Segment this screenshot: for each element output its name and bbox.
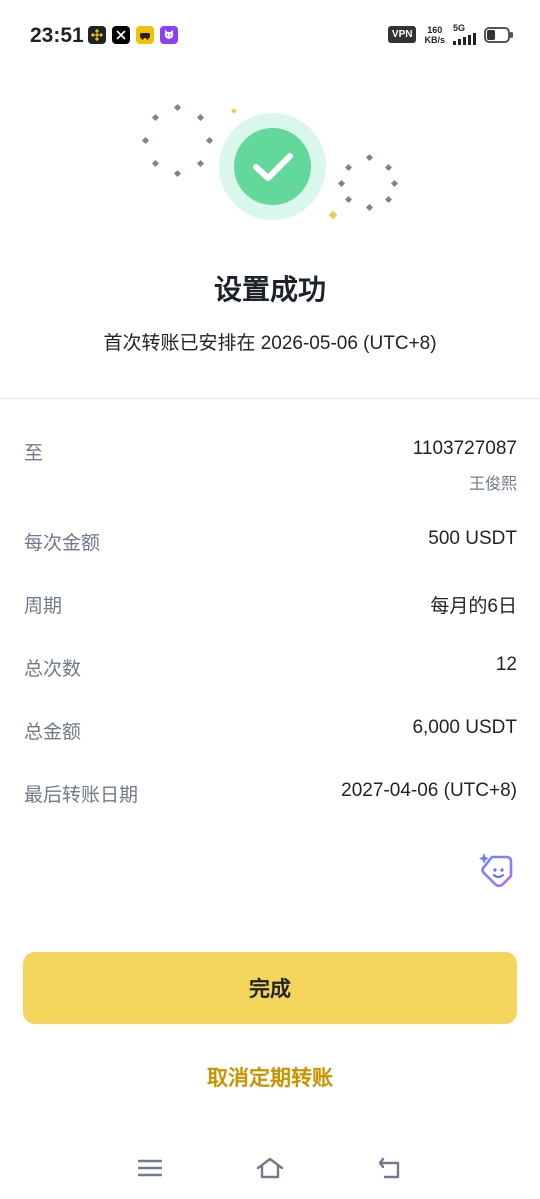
first-transfer-note: 首次转账已安排在 2026-05-06 (UTC+8) bbox=[103, 333, 437, 354]
amount-value: 500 USDT bbox=[428, 528, 517, 549]
detail-row-period: 周期 每月的6日 bbox=[24, 591, 517, 618]
signal-icon bbox=[453, 33, 476, 45]
system-nav-bar bbox=[0, 1140, 540, 1199]
success-illustration bbox=[0, 95, 540, 235]
battery-icon bbox=[484, 26, 513, 43]
detail-row-total: 总金额 6,000 USDT bbox=[24, 717, 517, 744]
binance-icon bbox=[88, 26, 106, 44]
assistant-icon[interactable] bbox=[476, 850, 516, 890]
recipient-name: 王俊熙 bbox=[468, 476, 517, 493]
cat-icon bbox=[160, 26, 178, 44]
count-value: 12 bbox=[495, 654, 517, 675]
recipient-label: 至 bbox=[24, 443, 44, 464]
page-title: 设置成功 bbox=[213, 274, 326, 305]
divider bbox=[0, 398, 540, 399]
period-label: 周期 bbox=[24, 596, 63, 617]
detail-row-count: 总次数 12 bbox=[24, 654, 517, 681]
detail-row-recipient: 至 1103727087 王俊熙 bbox=[24, 438, 517, 494]
last-date-value: 2027-04-06 (UTC+8) bbox=[341, 780, 517, 801]
status-time: 23:51 bbox=[30, 24, 84, 47]
status-indicators: VPN 160 KB/s 5G bbox=[387, 24, 513, 45]
done-button[interactable]: 完成 bbox=[23, 952, 517, 1024]
status-bar: 23:51 VPN 160 KB/s 5G bbox=[0, 0, 540, 72]
amount-label: 每次金额 bbox=[24, 533, 101, 554]
total-value: 6,000 USDT bbox=[412, 717, 517, 738]
home-icon[interactable] bbox=[252, 1152, 288, 1184]
menu-icon[interactable] bbox=[132, 1152, 168, 1184]
detail-row-last-date: 最后转账日期 2027-04-06 (UTC+8) bbox=[24, 780, 517, 807]
recipient-id: 1103727087 bbox=[412, 438, 517, 459]
check-icon bbox=[234, 128, 311, 205]
last-date-label: 最后转账日期 bbox=[24, 785, 139, 806]
vpn-badge: VPN bbox=[387, 26, 417, 43]
x-icon bbox=[112, 26, 130, 44]
back-icon[interactable] bbox=[372, 1152, 408, 1184]
recipient-value: 1103727087 王俊熙 bbox=[413, 438, 517, 494]
cancel-recurring-transfer-link[interactable]: 取消定期转账 bbox=[0, 1062, 540, 1092]
count-label: 总次数 bbox=[24, 659, 82, 680]
total-label: 总金额 bbox=[24, 722, 82, 743]
signal-indicator: 5G bbox=[453, 24, 476, 45]
detail-row-amount: 每次金额 500 USDT bbox=[24, 528, 517, 555]
period-value: 每月的6日 bbox=[430, 596, 517, 617]
taxi-icon bbox=[136, 26, 154, 44]
network-speed: 160 KB/s bbox=[424, 24, 445, 45]
notification-icons bbox=[88, 26, 178, 44]
